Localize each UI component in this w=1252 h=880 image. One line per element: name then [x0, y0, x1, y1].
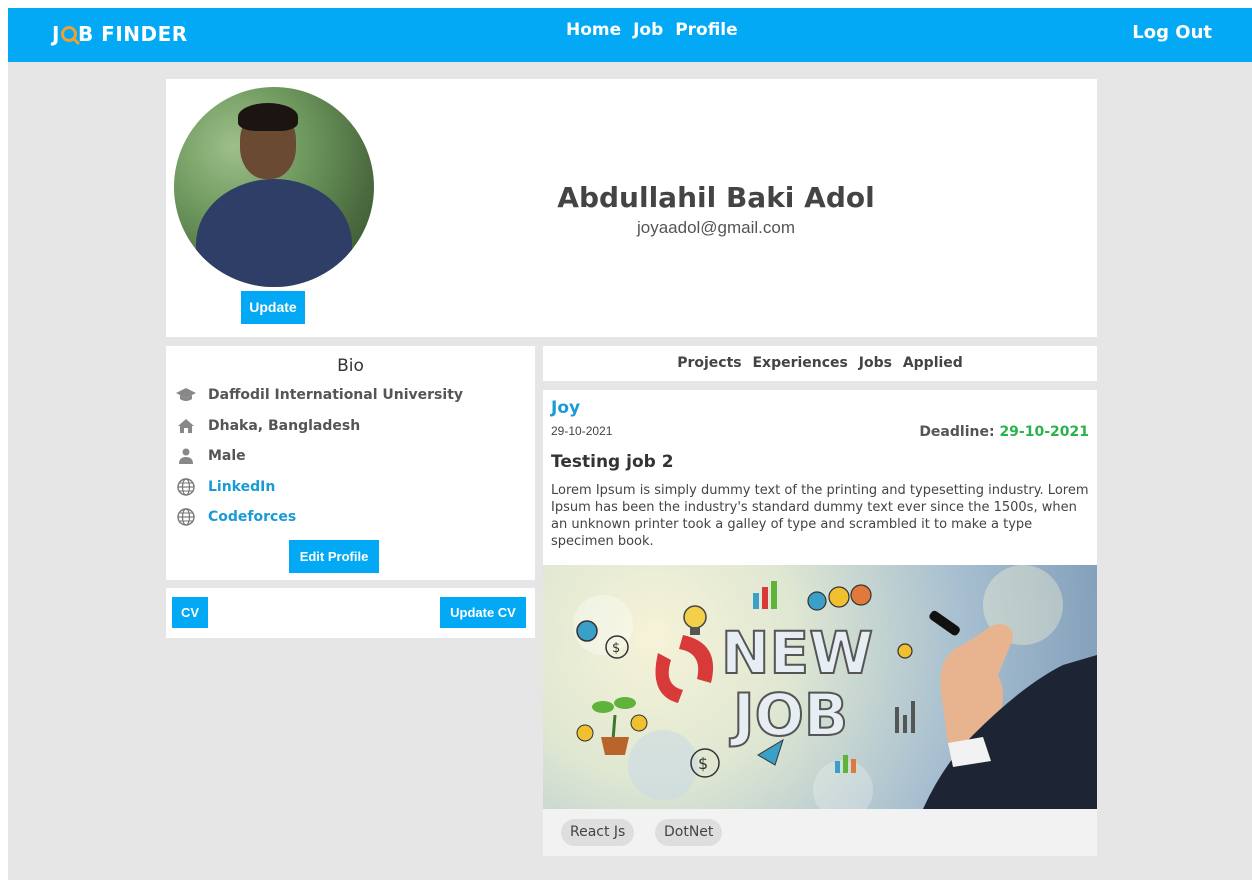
banner-text-new: NEW [721, 619, 873, 687]
edit-profile-button[interactable]: Edit Profile [289, 540, 379, 573]
nav-home-link[interactable]: Home [566, 20, 621, 40]
job-deadline: Deadline: 29-10-2021 [919, 424, 1089, 440]
update-photo-button[interactable]: Update [241, 291, 305, 324]
job-description: Lorem Ipsum is simply dummy text of the … [551, 483, 1089, 549]
tab-jobs[interactable]: Jobs [859, 355, 892, 371]
nav-job-link[interactable]: Job [633, 20, 663, 40]
globe-icon [174, 477, 198, 497]
bio-item-university: Daffodil International University [174, 384, 463, 406]
linkedin-link[interactable]: LinkedIn [208, 479, 275, 495]
nav-profile-link[interactable]: Profile [675, 20, 737, 40]
tab-experiences[interactable]: Experiences [752, 355, 847, 371]
job-title: Testing job 2 [551, 452, 674, 472]
profile-name: Abdullahil Baki Adol [557, 181, 875, 214]
magnifier-icon [60, 26, 77, 42]
home-icon [174, 416, 198, 436]
bio-item-linkedin[interactable]: LinkedIn [174, 476, 275, 498]
svg-text:$: $ [698, 754, 708, 773]
banner-text-job: JOB [729, 681, 848, 749]
tag-dotnet[interactable]: DotNet [655, 819, 723, 846]
bio-item-location: Dhaka, Bangladesh [174, 415, 360, 437]
app-background: JB FINDER Home Job Profile Log Out Updat… [8, 8, 1252, 880]
deadline-date: 29-10-2021 [999, 424, 1089, 440]
person-icon [174, 446, 198, 466]
job-company-link[interactable]: Joy [551, 398, 580, 418]
update-cv-button[interactable]: Update CV [440, 597, 526, 628]
bio-item-codeforces[interactable]: Codeforces [174, 506, 296, 528]
tab-applied[interactable]: Applied [903, 355, 963, 371]
tabs-bar: Projects Experiences Jobs Applied [543, 346, 1097, 381]
bio-title: Bio [337, 356, 364, 376]
cv-card: CV Update CV [166, 588, 535, 638]
profile-card: Update Abdullahil Baki Adol joyaadol@gma… [166, 79, 1097, 337]
tab-projects[interactable]: Projects [677, 355, 741, 371]
brand-logo[interactable]: JB FINDER [52, 22, 188, 46]
graduation-cap-icon [174, 385, 198, 405]
bio-card: Bio Daffodil International University Dh… [166, 346, 535, 580]
job-card: Joy 29-10-2021 Deadline: 29-10-2021 Test… [543, 390, 1097, 856]
codeforces-link[interactable]: Codeforces [208, 509, 296, 525]
job-tags: React Js DotNet [543, 809, 1097, 856]
logout-link[interactable]: Log Out [1132, 22, 1212, 43]
tag-react-js[interactable]: React Js [561, 819, 635, 846]
globe-icon [174, 507, 198, 527]
nav-links: Home Job Profile [566, 20, 744, 40]
avatar [174, 87, 374, 287]
navbar: JB FINDER Home Job Profile Log Out [8, 8, 1252, 62]
job-banner-image: $ NEW JOB $ [543, 565, 1097, 809]
cv-button[interactable]: CV [172, 597, 208, 628]
bio-item-gender: Male [174, 445, 246, 467]
svg-text:$: $ [612, 641, 620, 656]
profile-email: joyaadol@gmail.com [636, 218, 796, 237]
job-posted-date: 29-10-2021 [551, 424, 613, 438]
